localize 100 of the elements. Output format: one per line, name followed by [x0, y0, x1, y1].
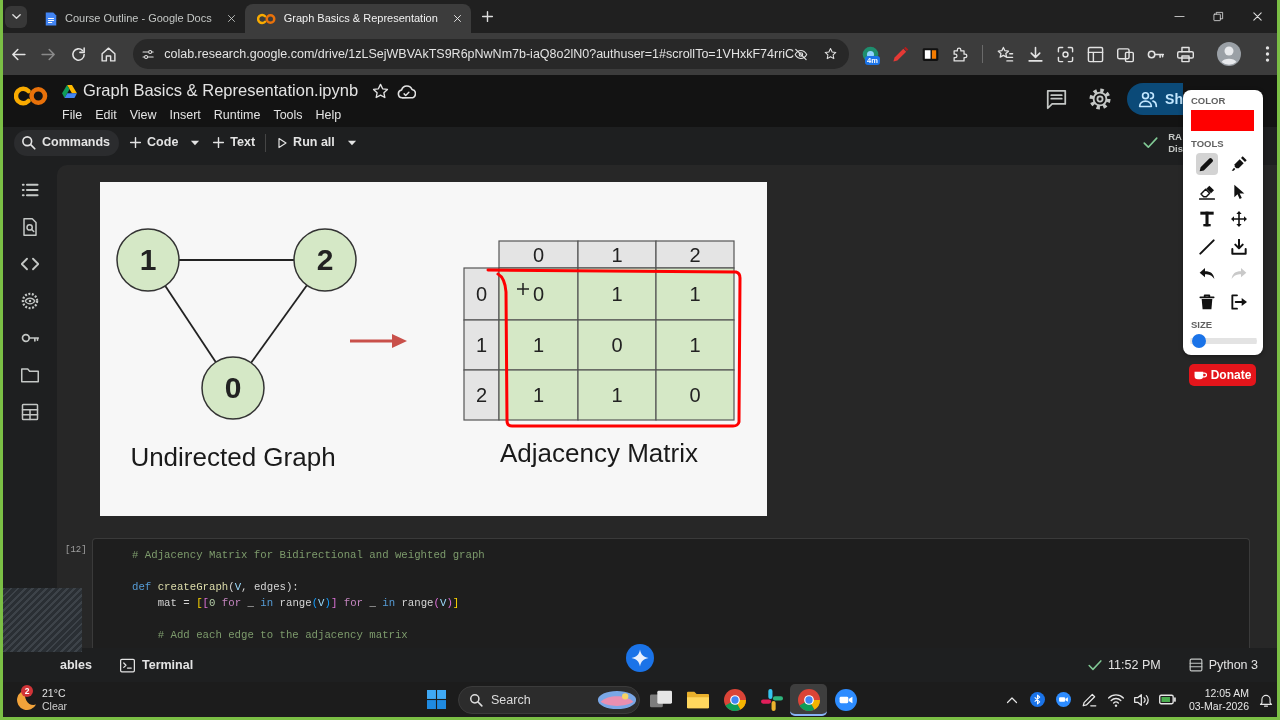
add-cell-button[interactable]: Code: [129, 129, 179, 156]
menu-icon[interactable]: [1265, 46, 1270, 62]
eraser-icon: [1199, 183, 1215, 200]
document-search-icon[interactable]: [21, 217, 39, 236]
menu-item[interactable]: Runtime: [213, 107, 261, 123]
marker-icon: [1231, 156, 1247, 172]
plus-icon[interactable]: [480, 10, 494, 23]
menu-item[interactable]: Edit: [95, 107, 117, 123]
code-cell[interactable]: # Adjacency Matrix for Bidirectional and weighted graph def createGraph(V, edges): mat = [[0 for _ in range(V)] for _ in range(V)] # Add each edge to the adjacency matrix: [92, 538, 1250, 648]
menu-item[interactable]: File: [62, 107, 83, 123]
add-cell-button[interactable]: Text: [212, 129, 256, 156]
tool-button[interactable]: [1196, 153, 1218, 175]
command-search-button[interactable]: Commands: [14, 129, 120, 156]
download-icon: [1231, 238, 1247, 255]
stack-icon: [1188, 658, 1203, 672]
menu-item[interactable]: View: [129, 107, 157, 123]
screenshot-icon[interactable]: [1056, 45, 1074, 63]
kernel-label[interactable]: Python 3: [1208, 657, 1258, 673]
comment-icon[interactable]: [1046, 88, 1068, 110]
section-label: COLOR: [1191, 95, 1227, 106]
section-label: TOOLS: [1191, 138, 1225, 149]
puzzle-icon[interactable]: [951, 45, 969, 63]
notebook-title[interactable]: Graph Basics & Representation.ipynb: [83, 81, 359, 101]
plus-icon: [129, 136, 143, 149]
bell-icon[interactable]: [1259, 692, 1273, 707]
arrow: [350, 334, 407, 348]
start-icon[interactable]: [426, 690, 446, 709]
extension-icon[interactable]: [921, 45, 939, 63]
settings-icon[interactable]: [1089, 88, 1112, 110]
clock-date[interactable]: 03-Mar-2026: [1188, 699, 1249, 713]
matrix-cell: 1: [577, 267, 657, 321]
address-bar[interactable]: colab.research.google.com/drive/1zLSejWBVAkTS9R6pNwNm7b-iaQ8o2lN0?authuser=1#scrollTo=1VHxkF74rriC: [133, 39, 849, 69]
clock-time[interactable]: 12:05 AM: [1204, 686, 1249, 700]
close-icon[interactable]: [1252, 11, 1263, 22]
donate-button[interactable]: Donate: [1189, 364, 1256, 386]
search-icon: [21, 135, 36, 150]
eye-icon[interactable]: [21, 291, 39, 310]
pen-icon[interactable]: [1082, 692, 1098, 707]
reload-icon[interactable]: [69, 45, 87, 63]
video-camera-icon[interactable]: [1056, 692, 1072, 707]
figure-caption: Undirected Graph: [130, 442, 336, 472]
panel-tab-button[interactable]: Terminal: [119, 657, 194, 673]
sparkle-icon[interactable]: [626, 644, 654, 672]
download-icon[interactable]: [1026, 45, 1044, 63]
code-line: # Adjacency Matrix for Bidirectional and weighted graph: [132, 548, 485, 563]
people-icon: [1138, 89, 1159, 109]
browser-tab[interactable]: Graph Basics & Representation: [244, 4, 471, 33]
graph-node: 2: [293, 228, 357, 292]
matrix-cell: 1: [498, 369, 579, 421]
search-icon: [469, 692, 483, 707]
menu-item[interactable]: Insert: [169, 107, 201, 123]
panel-tab-button[interactable]: ables: [60, 657, 92, 673]
matrix-cell: 1: [498, 319, 579, 371]
resource-label[interactable]: RA: [1168, 130, 1183, 143]
folder-icon[interactable]: [21, 365, 39, 384]
menu-item[interactable]: Help: [315, 107, 342, 123]
taskbar-app-button[interactable]: [790, 683, 827, 716]
side-panel-icon[interactable]: [1116, 45, 1134, 63]
browser-tab[interactable]: Course Outline - Google Docs: [32, 4, 245, 33]
home-icon[interactable]: [99, 45, 117, 63]
star-icon[interactable]: [824, 46, 837, 62]
restore-icon[interactable]: [1213, 11, 1224, 22]
bluetooth-icon[interactable]: [1030, 692, 1046, 707]
browser-icon: [723, 688, 746, 711]
share-button[interactable]: Sh: [1127, 83, 1183, 115]
code-line: # Add each edge to the adjacency matrix: [156, 628, 408, 643]
crosshair-cursor-icon: [516, 282, 530, 296]
graph-node: 0: [201, 356, 265, 420]
tab-list-button[interactable]: [5, 5, 27, 28]
pencil-icon: [1199, 156, 1215, 172]
matrix-header-cell: 1: [577, 240, 657, 269]
slider-thumb[interactable]: [1191, 333, 1206, 348]
wifi-icon[interactable]: [1107, 691, 1124, 708]
plus-icon: [212, 136, 226, 149]
section-label: SIZE: [1191, 318, 1214, 330]
temperature-text: 21°C: [42, 686, 67, 700]
run-all-button[interactable]: Run all: [276, 129, 335, 156]
resource-label[interactable]: Dis: [1168, 142, 1183, 155]
volume-icon[interactable]: [1133, 691, 1150, 708]
status-time: 11:52 PM: [1108, 657, 1161, 673]
triangle-logo-icon: [62, 84, 77, 98]
close-icon[interactable]: [226, 14, 236, 23]
star-icon[interactable]: [372, 82, 390, 100]
matrix-cell: 1: [655, 267, 735, 321]
code-line: mat = [[0 for _ in range(V)] for _ in range(V)]: [156, 596, 460, 611]
rings-logo-icon: [256, 12, 277, 25]
matrix-header-cell: 2: [655, 240, 735, 269]
menu-item[interactable]: Tools: [273, 107, 303, 123]
code-line: def createGraph(V, edges):: [132, 580, 299, 595]
tab-grid-icon[interactable]: [1086, 45, 1104, 63]
printer-icon[interactable]: [1176, 45, 1194, 63]
table-icon[interactable]: [21, 402, 39, 421]
bookmark-list-icon[interactable]: [996, 45, 1014, 63]
figure-caption: Adjacency Matrix: [500, 438, 698, 468]
matrix-cell: 0: [655, 369, 735, 421]
avatar-icon[interactable]: [1217, 42, 1241, 66]
illustration-icon: [597, 688, 637, 711]
rings-logo-icon[interactable]: [14, 85, 50, 107]
color-swatch[interactable]: [1191, 110, 1254, 131]
browser-icon: [797, 688, 820, 711]
